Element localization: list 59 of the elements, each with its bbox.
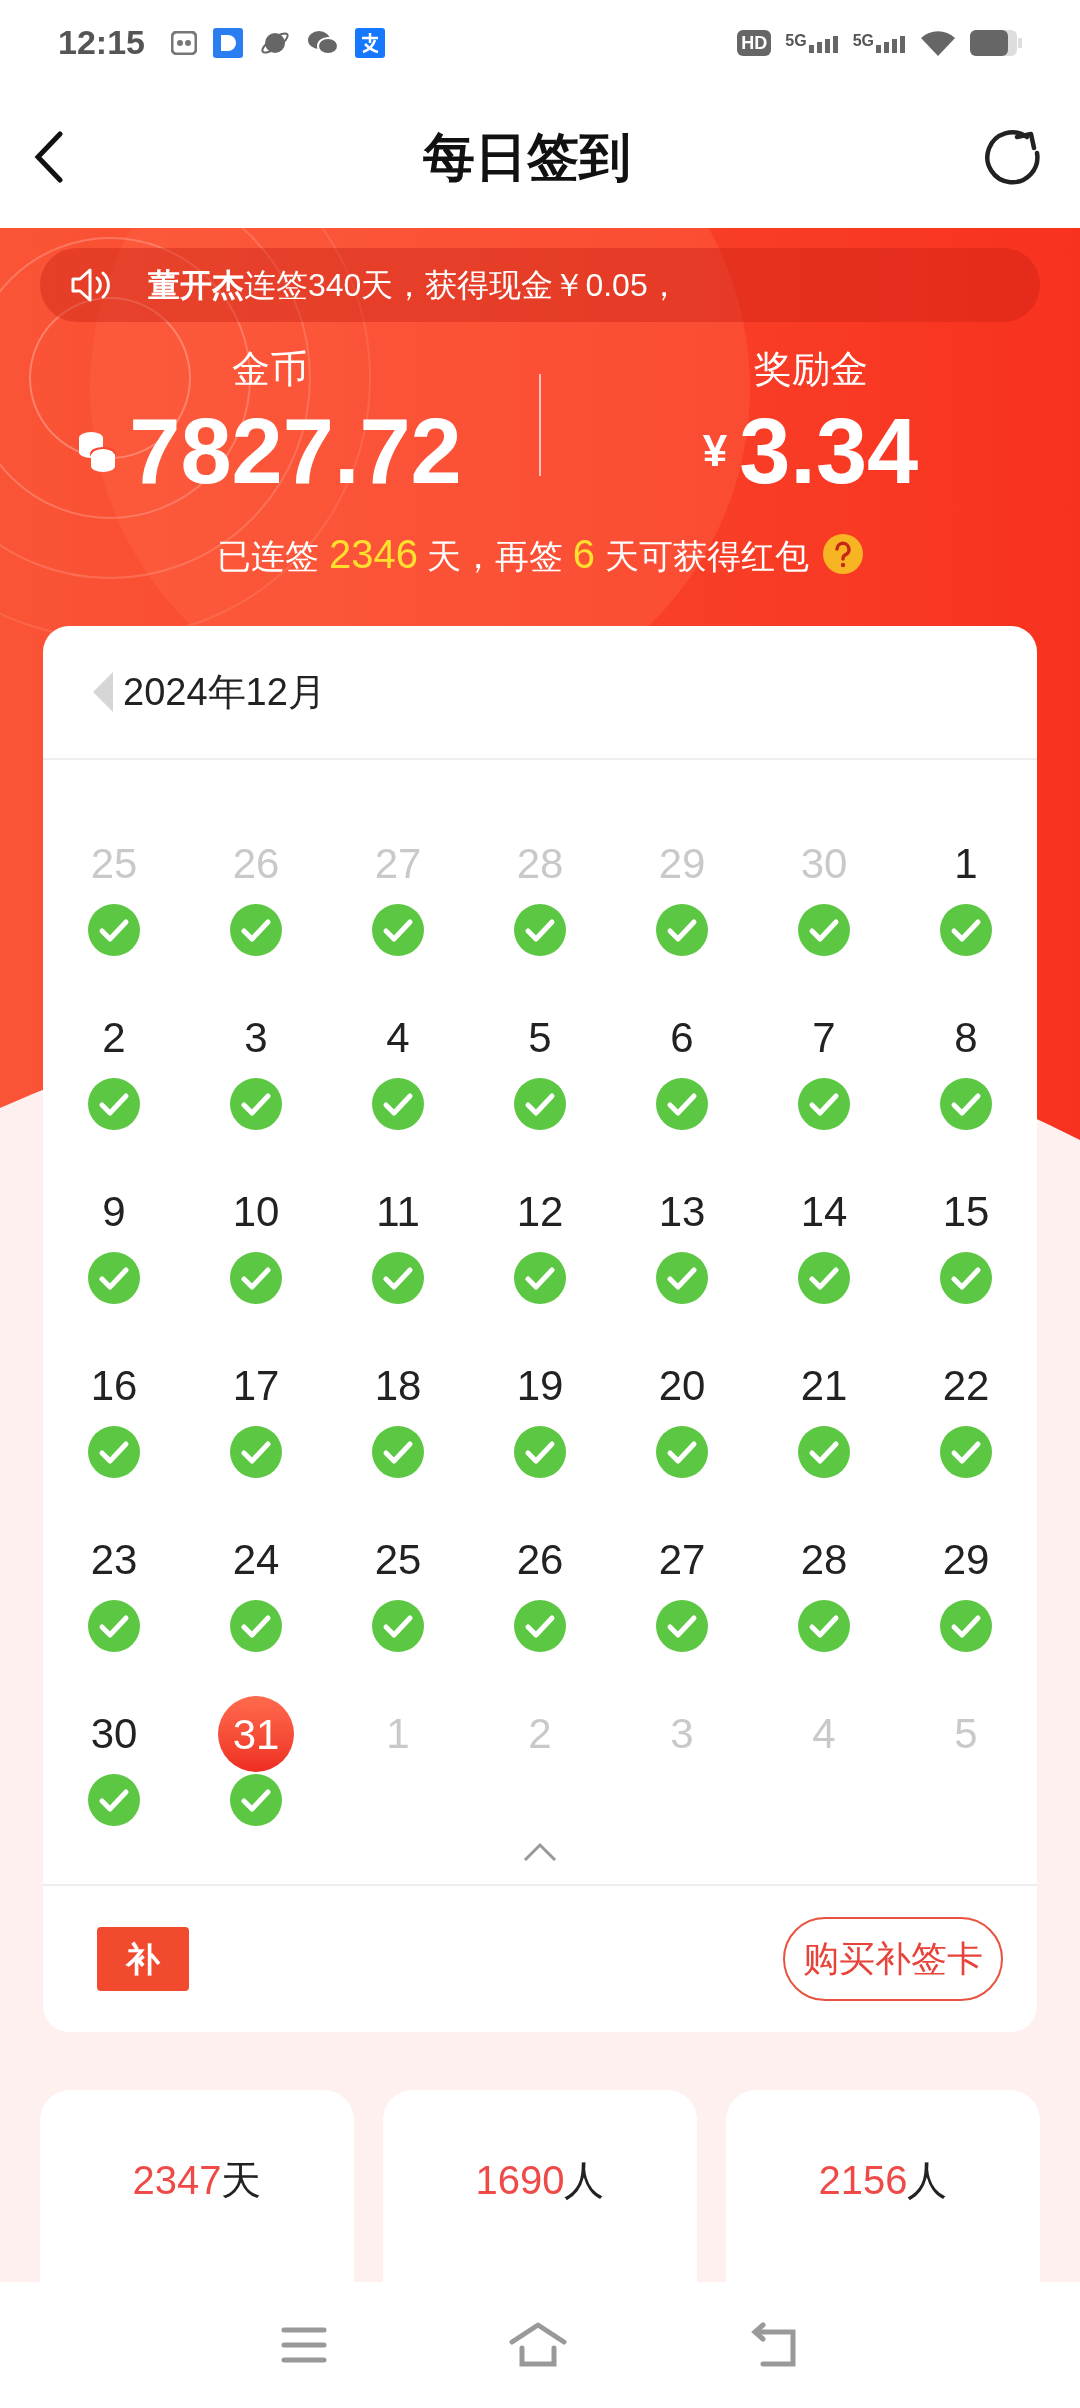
- balance-label: 奖励金: [753, 347, 868, 392]
- calendar-day[interactable]: 14: [800, 1180, 848, 1244]
- help-icon[interactable]: [822, 534, 863, 574]
- app-notification-icon: [212, 27, 243, 58]
- balance-value: 7827.72: [129, 399, 462, 504]
- calendar-day[interactable]: 23: [90, 1528, 138, 1592]
- page-title: 每日签到: [422, 126, 632, 188]
- battery-icon: [970, 29, 1022, 56]
- calendar-day[interactable]: 26: [516, 1528, 564, 1592]
- calendar-day[interactable]: 6: [670, 1006, 694, 1070]
- calendar-day[interactable]: 25: [374, 1528, 422, 1592]
- menu-icon[interactable]: [280, 2326, 327, 2364]
- calendar-day[interactable]: 5: [528, 1006, 552, 1070]
- stat-value: 2156人: [818, 2157, 948, 2204]
- calendar-day[interactable]: 18: [374, 1354, 422, 1418]
- calendar-day[interactable]: 15: [942, 1180, 990, 1244]
- calendar-day[interactable]: 3: [244, 1006, 268, 1070]
- stat-value: 2347天: [132, 2157, 262, 2204]
- hd-indicator: HD: [737, 29, 772, 56]
- calendar-day[interactable]: 10: [232, 1180, 280, 1244]
- ticket-label: 补: [126, 1938, 160, 1980]
- wifi-icon: [920, 28, 956, 57]
- balance-label: 金币: [231, 347, 308, 392]
- network-label: 5G: [852, 32, 874, 49]
- calendar-day[interactable]: 9: [102, 1180, 126, 1244]
- streak-text: 已连签 2346 天，再签 6 天可获得红包: [217, 531, 809, 578]
- previous-month-icon[interactable]: [93, 672, 113, 712]
- ticker-text: 董开杰连签340天，获得现金￥0.05，: [148, 266, 680, 305]
- pay-app-icon: [354, 27, 385, 58]
- collapse-icon[interactable]: [523, 1842, 557, 1862]
- calendar-day[interactable]: 2: [102, 1006, 126, 1070]
- calendar-day[interactable]: 11: [376, 1180, 420, 1244]
- calendar-day[interactable]: 30: [90, 1702, 138, 1766]
- calendar-day[interactable]: 8: [954, 1006, 978, 1070]
- calendar-day[interactable]: 1: [954, 832, 978, 896]
- calendar-day[interactable]: 12: [516, 1180, 564, 1244]
- calendar-day[interactable]: 27: [658, 1528, 706, 1592]
- status-time: 12:15: [58, 22, 145, 63]
- app-notification-icon: [170, 30, 197, 55]
- balance-value: 3.34: [739, 399, 919, 504]
- buy-makeup-card-button[interactable]: 购买补签卡: [783, 1917, 1003, 2001]
- currency-sign: ¥: [702, 425, 728, 477]
- calendar-day[interactable]: 19: [516, 1354, 564, 1418]
- calendar-day[interactable]: 16: [90, 1354, 138, 1418]
- network-label: 5G: [785, 32, 807, 49]
- stat-value: 1690人: [475, 2157, 605, 2204]
- month-title: 2024年12月: [123, 669, 326, 715]
- calendar-day[interactable]: 24: [232, 1528, 280, 1592]
- calendar-day[interactable]: 4: [386, 1006, 410, 1070]
- calendar-day[interactable]: 22: [942, 1354, 990, 1418]
- calendar-day[interactable]: 7: [812, 1006, 836, 1070]
- coins-icon: [77, 430, 118, 472]
- calendar-day[interactable]: 28: [800, 1528, 848, 1592]
- home-icon[interactable]: [508, 2322, 568, 2368]
- calendar-day[interactable]: 21: [800, 1354, 848, 1418]
- calendar-day[interactable]: 13: [658, 1180, 706, 1244]
- calendar-day[interactable]: 20: [658, 1354, 706, 1418]
- calendar-day[interactable]: 29: [942, 1528, 990, 1592]
- calendar-day[interactable]: 17: [232, 1354, 280, 1418]
